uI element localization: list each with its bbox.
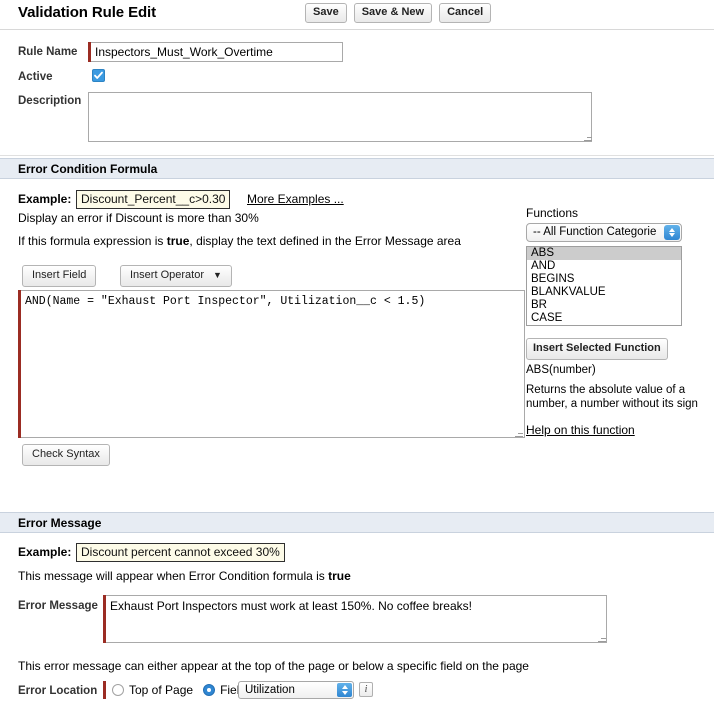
function-option[interactable]: BLANKVALUE — [527, 286, 681, 299]
help-on-this-function-link[interactable]: Help on this function — [526, 423, 635, 437]
cancel-button[interactable]: Cancel — [439, 3, 492, 23]
function-description: Returns the absolute value of a number, … — [526, 384, 698, 410]
header-button-group: Save Save & New Cancel — [305, 3, 492, 23]
formula-editor-wrap — [18, 290, 525, 438]
error-message-textarea[interactable] — [106, 595, 607, 643]
message-true-keyword: true — [328, 569, 351, 583]
message-example-label: Example: — [18, 545, 72, 559]
updown-chevron-icon — [664, 225, 680, 240]
check-syntax-button[interactable]: Check Syntax — [22, 444, 110, 466]
function-option[interactable]: CASE — [527, 312, 681, 325]
chevron-down-icon: ▼ — [213, 270, 222, 280]
rule-detail-form: Rule Name Active Description — [0, 30, 714, 156]
formula-example-label: Example: — [18, 192, 72, 206]
save-button[interactable]: Save — [305, 3, 347, 23]
radio-top-of-page[interactable] — [112, 684, 124, 696]
radio-field[interactable] — [203, 684, 216, 696]
radio-top-of-page-label: Top of Page — [129, 683, 194, 697]
save-and-new-button[interactable]: Save & New — [353, 3, 433, 23]
active-checkbox[interactable] — [92, 69, 105, 82]
error-condition-formula-section-header: Error Condition Formula — [0, 158, 714, 179]
function-option[interactable]: ABS — [527, 247, 681, 260]
validation-rule-edit-page: Validation Rule Edit Save Save & New Can… — [0, 0, 714, 709]
rule-name-label: Rule Name — [18, 46, 78, 58]
error-location-controls: Top of Page Field — [103, 681, 246, 699]
error-message-label: Error Message — [18, 600, 98, 612]
more-examples-link[interactable]: More Examples ... — [247, 192, 344, 206]
function-option[interactable]: BEGINS — [527, 273, 681, 286]
insert-operator-label: Insert Operator — [130, 269, 204, 281]
function-category-selected: -- All Function Categorie — [533, 226, 657, 238]
message-appear-sentence-pre: This message will appear when Error Cond… — [18, 569, 329, 583]
error-message-section-header: Error Message — [0, 512, 714, 533]
info-icon[interactable]: i — [359, 682, 373, 697]
functions-panel-label: Functions — [526, 206, 579, 220]
error-message-title: Error Message — [18, 516, 102, 530]
updown-chevron-icon — [337, 683, 352, 697]
function-signature: ABS(number) — [526, 364, 596, 376]
function-option[interactable]: AND — [527, 260, 681, 273]
formula-textarea[interactable] — [21, 290, 525, 438]
location-required-indicator — [103, 681, 106, 699]
formula-true-sentence-post: , display the text defined in the Error … — [189, 234, 461, 248]
description-label: Description — [18, 95, 82, 107]
error-condition-formula-title: Error Condition Formula — [18, 162, 158, 176]
error-message-field-wrap — [103, 595, 607, 643]
insert-operator-button[interactable]: Insert Operator ▼ — [120, 265, 232, 287]
rule-name-input[interactable] — [91, 42, 343, 62]
error-location-field-selected: Utilization — [245, 684, 295, 696]
description-textarea[interactable] — [88, 92, 592, 142]
formula-true-sentence-pre: If this formula expression is — [18, 234, 167, 248]
function-option[interactable]: BR — [527, 299, 681, 312]
insert-selected-function-button[interactable]: Insert Selected Function — [526, 338, 668, 360]
error-location-hint: This error message can either appear at … — [18, 659, 529, 673]
formula-example-caption: Display an error if Discount is more tha… — [18, 211, 259, 225]
rule-name-field-wrap — [88, 42, 343, 62]
function-listbox[interactable]: ABS AND BEGINS BLANKVALUE BR CASE — [526, 246, 682, 326]
error-location-label: Error Location — [18, 685, 98, 697]
insert-field-button[interactable]: Insert Field — [22, 265, 97, 287]
message-appear-sentence: This message will appear when Error Cond… — [18, 569, 351, 583]
active-label: Active — [18, 71, 53, 83]
formula-true-sentence: If this formula expression is true, disp… — [18, 234, 461, 248]
error-location-field-select[interactable]: Utilization — [238, 681, 354, 699]
formula-example-value: Discount_Percent__c>0.30 — [76, 190, 231, 209]
page-title: Validation Rule Edit — [18, 4, 157, 21]
formula-true-keyword: true — [166, 234, 190, 248]
message-example-value: Discount percent cannot exceed 30% — [76, 543, 285, 562]
function-category-select[interactable]: -- All Function Categorie — [526, 223, 682, 242]
page-header: Validation Rule Edit Save Save & New Can… — [0, 0, 714, 30]
